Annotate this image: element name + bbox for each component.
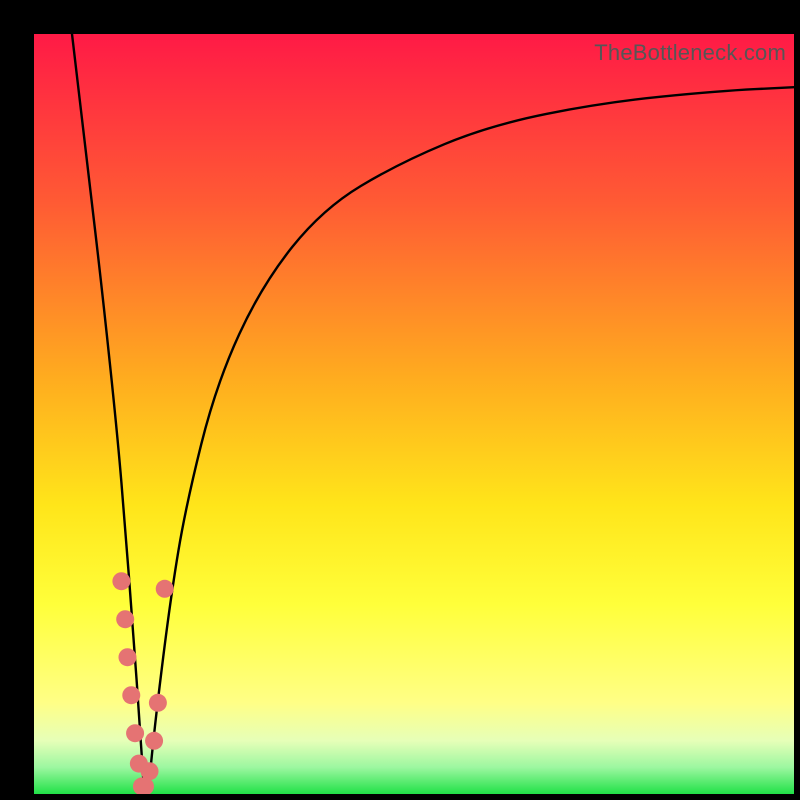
data-point	[118, 648, 136, 666]
data-point	[122, 686, 140, 704]
plot-area: TheBottleneck.com	[34, 34, 794, 794]
curve-right-branch	[148, 87, 794, 794]
curve-layer	[34, 34, 794, 794]
data-point	[145, 732, 163, 750]
attribution-text: TheBottleneck.com	[594, 40, 786, 66]
chart-frame: TheBottleneck.com	[0, 0, 800, 800]
data-point	[116, 610, 134, 628]
curve-left-branch	[72, 34, 144, 794]
data-point	[149, 694, 167, 712]
data-point	[141, 762, 159, 780]
data-point	[112, 572, 130, 590]
data-point	[156, 580, 174, 598]
data-point-cluster	[112, 572, 173, 794]
data-point	[126, 724, 144, 742]
